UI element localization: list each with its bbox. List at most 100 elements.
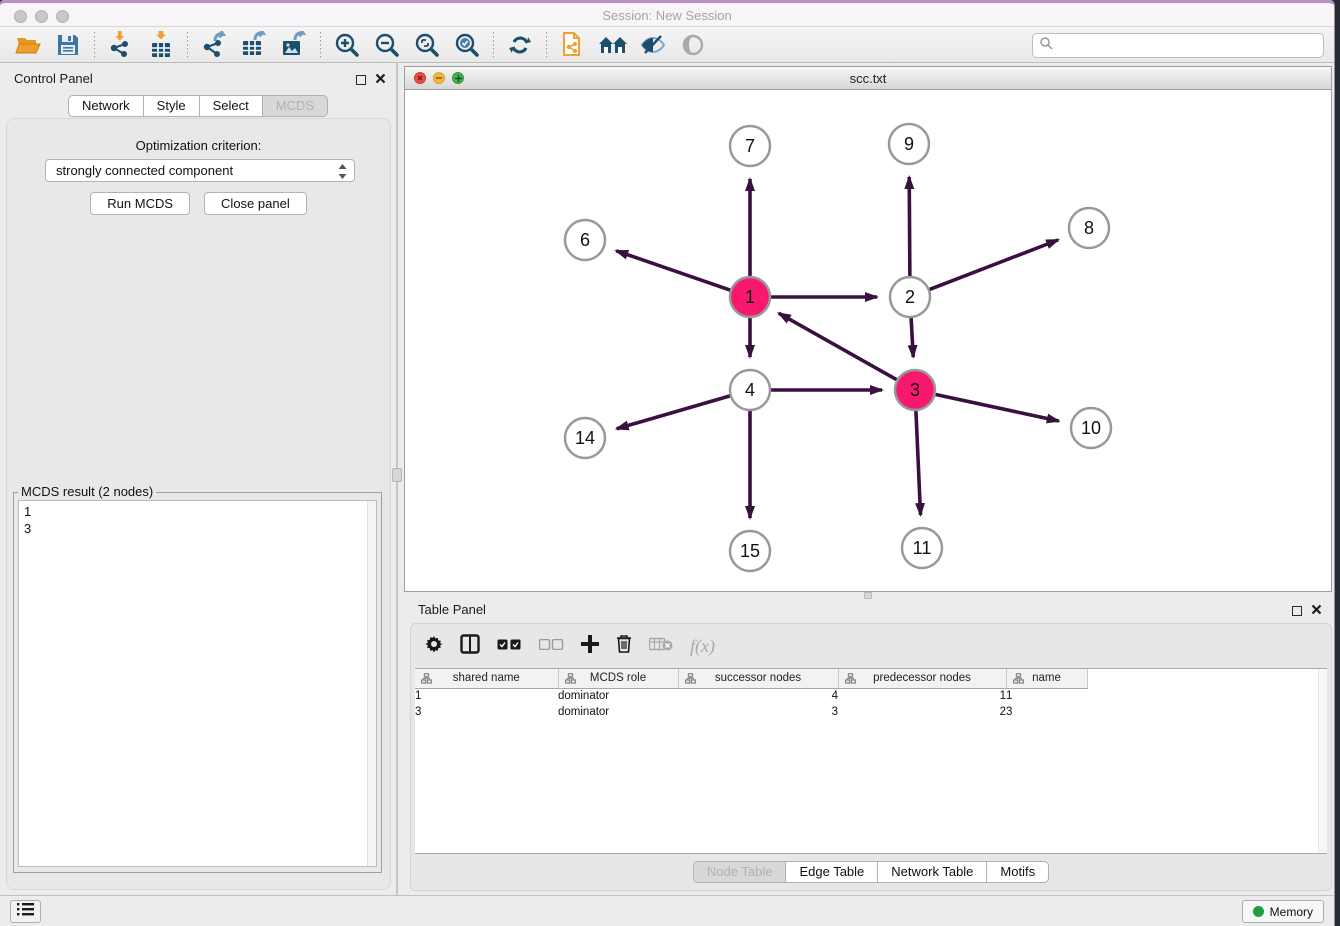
apply-layout-button[interactable]	[500, 30, 540, 60]
float-panel-icon[interactable]	[356, 75, 366, 85]
mcds-result-area[interactable]: 13	[18, 500, 377, 867]
table-row[interactable]: 3dominator323	[415, 704, 1087, 720]
zoom-out-button[interactable]	[367, 30, 407, 60]
task-history-button[interactable]	[10, 900, 41, 923]
tab-network-table[interactable]: Network Table	[878, 861, 987, 883]
hide-selected-button[interactable]	[633, 30, 673, 60]
status-bar: Memory	[0, 895, 1334, 926]
eye-icon	[680, 33, 706, 57]
tab-style[interactable]: Style	[144, 95, 200, 117]
column-header-successor-nodes[interactable]: successor nodes	[678, 669, 838, 688]
network-window-title: scc.txt	[405, 71, 1331, 86]
unselect-all-columns-button[interactable]	[539, 637, 564, 655]
run-mcds-button[interactable]: Run MCDS	[90, 192, 190, 215]
graph-node-label-15: 15	[740, 541, 760, 561]
criterion-dropdown[interactable]: strongly connected component	[45, 159, 355, 182]
network-window-titlebar[interactable]: scc.txt	[405, 67, 1331, 90]
zoom-fit-button[interactable]	[407, 30, 447, 60]
zoom-selected-icon	[454, 32, 480, 58]
save-session-button[interactable]	[48, 30, 88, 60]
control-panel-tabs: Network Style Select MCDS	[0, 95, 396, 117]
table-close-panel-icon[interactable]	[1311, 602, 1322, 620]
mcds-result-group: MCDS result (2 nodes) 13	[13, 492, 382, 873]
tab-mcds[interactable]: MCDS	[263, 95, 328, 117]
tab-motifs[interactable]: Motifs	[987, 861, 1049, 883]
import-network-button[interactable]	[101, 30, 141, 60]
column-header-MCDS-role[interactable]: MCDS role	[558, 669, 678, 688]
panel-splitter-handle[interactable]	[392, 468, 402, 482]
table-cell[interactable]: 3	[1006, 704, 1087, 720]
graph-edge-2-9[interactable]	[909, 177, 910, 277]
column-header-label: predecessor nodes	[873, 672, 971, 684]
tab-network[interactable]: Network	[68, 95, 144, 117]
table-cell[interactable]: 4	[678, 688, 838, 704]
delete-table-button[interactable]	[649, 637, 673, 656]
network-canvas[interactable]: 7968124314101511	[405, 90, 1331, 591]
table-row[interactable]: 1dominator411	[415, 688, 1087, 704]
zoom-selected-button[interactable]	[447, 30, 487, 60]
first-neighbors-button[interactable]	[593, 30, 633, 60]
show-all-button[interactable]	[673, 30, 713, 60]
close-panel-icon[interactable]	[375, 71, 386, 89]
graph-edge-3-10[interactable]	[935, 394, 1059, 421]
graph-edge-3-11[interactable]	[916, 410, 921, 515]
column-header-shared-name[interactable]: shared name	[415, 669, 558, 688]
clone-network-button[interactable]	[553, 30, 593, 60]
graph-node-label-2: 2	[905, 287, 915, 307]
dropdown-stepper-icon	[338, 164, 347, 182]
export-table-button[interactable]	[234, 30, 274, 60]
table-panel: Table Panel f(x) shared nameMCDS role	[404, 595, 1332, 895]
graph-node-label-10: 10	[1081, 418, 1101, 438]
export-network-button[interactable]	[194, 30, 234, 60]
mcds-panel: Optimization criterion: strongly connect…	[6, 118, 391, 890]
table-float-panel-icon[interactable]	[1292, 606, 1302, 616]
table-cell[interactable]: dominator	[558, 688, 678, 704]
table-cell[interactable]: 2	[838, 704, 1006, 720]
zoom-in-button[interactable]	[327, 30, 367, 60]
refresh-icon	[508, 33, 532, 57]
graph-node-label-7: 7	[745, 136, 755, 156]
memory-button[interactable]: Memory	[1242, 900, 1324, 923]
table-header-row: shared nameMCDS role successor nodes prede…	[415, 669, 1087, 688]
result-scrollbar[interactable]	[367, 501, 376, 866]
tab-edge-table[interactable]: Edge Table	[786, 861, 878, 883]
table-settings-button[interactable]	[425, 635, 443, 658]
graph-edge-4-14[interactable]	[617, 396, 731, 429]
function-builder-button[interactable]: f(x)	[690, 636, 715, 657]
search-input[interactable]	[1053, 36, 1323, 56]
table-scrollbar[interactable]	[1318, 669, 1327, 853]
optimization-criterion-label: Optimization criterion:	[7, 138, 390, 153]
table-cell[interactable]: 1	[1006, 688, 1087, 704]
table-panel-body: f(x) shared nameMCDS role successor nodes…	[410, 623, 1332, 891]
graph-edge-1-6[interactable]	[616, 251, 731, 291]
houses-icon	[598, 33, 628, 57]
tab-node-table[interactable]: Node Table	[693, 861, 787, 883]
delete-column-button[interactable]	[616, 634, 632, 658]
close-panel-button[interactable]: Close panel	[204, 192, 307, 215]
mcds-result-lines: 13	[24, 503, 31, 537]
export-image-button[interactable]	[274, 30, 314, 60]
column-header-name[interactable]: name	[1006, 669, 1087, 688]
open-file-button[interactable]	[8, 30, 48, 60]
graph-edge-2-3[interactable]	[911, 317, 913, 357]
clone-network-icon	[560, 31, 586, 59]
table-cell[interactable]: 1	[838, 688, 1006, 704]
graph-edge-3-1[interactable]	[779, 313, 898, 380]
memory-label: Memory	[1270, 905, 1313, 919]
table-column-button[interactable]	[460, 634, 480, 659]
select-all-columns-button[interactable]	[497, 637, 522, 655]
table-cell[interactable]: dominator	[558, 704, 678, 720]
column-header-label: successor nodes	[715, 672, 801, 684]
table-cell[interactable]: 3	[678, 704, 838, 720]
graph-edge-2-8[interactable]	[929, 240, 1059, 290]
create-column-button[interactable]	[581, 635, 599, 658]
search-icon	[1039, 36, 1053, 55]
window-title: Session: New Session	[0, 8, 1334, 23]
table-cell[interactable]: 3	[415, 704, 558, 720]
save-floppy-icon	[56, 33, 80, 57]
node-table: shared nameMCDS role successor nodes prede…	[415, 668, 1327, 854]
import-table-button[interactable]	[141, 30, 181, 60]
tab-select[interactable]: Select	[200, 95, 263, 117]
column-header-predecessor-nodes[interactable]: predecessor nodes	[838, 669, 1006, 688]
table-cell[interactable]: 1	[415, 688, 558, 704]
